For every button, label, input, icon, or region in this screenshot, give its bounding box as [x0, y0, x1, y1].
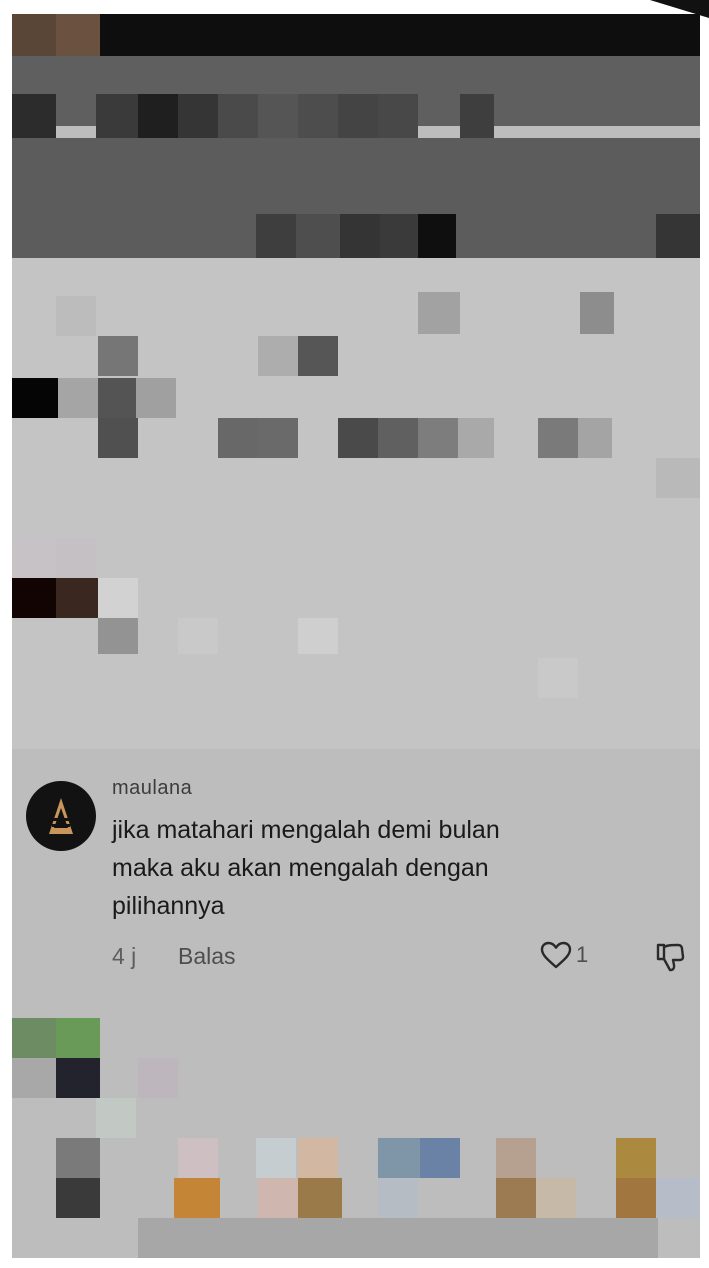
pixel-block — [616, 1178, 656, 1218]
pixel-block — [138, 1058, 178, 1098]
pixel-block — [56, 1138, 100, 1178]
pixel-block — [56, 1058, 100, 1098]
pixel-block — [418, 418, 458, 458]
pixel-block — [58, 378, 98, 418]
pixel-block — [256, 1138, 296, 1178]
pixel-block — [460, 94, 494, 138]
pixel-block — [98, 336, 138, 376]
pixel-block — [98, 378, 136, 418]
dislike-button[interactable] — [654, 941, 686, 978]
pixel-block — [12, 538, 56, 578]
pixel-block — [258, 418, 298, 458]
pixel-block — [56, 538, 96, 578]
rank-chevron-icon — [49, 798, 73, 834]
pixel-block — [12, 1018, 56, 1058]
pixel-block — [496, 1178, 536, 1218]
pixel-block — [56, 578, 98, 618]
pixel-block — [298, 1138, 338, 1178]
pixel-block — [656, 458, 700, 498]
comment-username[interactable]: maulana — [112, 777, 192, 800]
pixel-block — [536, 1178, 576, 1218]
pixel-block — [12, 94, 56, 138]
comment-text-line: pilihannya — [112, 892, 225, 920]
like-button[interactable]: 1 — [540, 941, 588, 969]
pixel-block — [96, 94, 138, 138]
pixel-block — [218, 418, 258, 458]
pixel-block — [258, 1178, 298, 1218]
pixel-block — [96, 1098, 136, 1138]
pixel-block — [258, 94, 298, 138]
pixel-block — [420, 1138, 460, 1178]
pixel-block — [56, 296, 96, 336]
pixel-block — [174, 1178, 220, 1218]
pixel-block — [56, 14, 100, 56]
pixel-block — [256, 214, 296, 258]
thumbs-down-outline-icon — [656, 943, 685, 972]
pixel-block — [98, 418, 138, 458]
pixel-block — [12, 14, 56, 56]
pixel-block — [378, 1178, 418, 1218]
comment-text-line: maka aku akan mengalah dengan — [112, 854, 489, 882]
heart-outline-icon — [540, 941, 572, 969]
pixel-block — [298, 94, 338, 138]
pixel-block — [656, 214, 700, 258]
pixel-block — [138, 1218, 658, 1258]
pixel-block — [418, 292, 460, 334]
pixel-block — [378, 1138, 420, 1178]
like-count: 1 — [576, 942, 589, 967]
pixel-block — [56, 1178, 100, 1218]
video-frame: maulana jika matahari mengalah demi bula… — [12, 14, 700, 1258]
pixel-block — [136, 378, 176, 418]
comment-timestamp: 4 j — [112, 943, 137, 969]
pixel-block — [12, 14, 700, 56]
pixel-block — [580, 292, 614, 334]
pixel-block — [340, 214, 380, 258]
pixel-block — [12, 378, 58, 418]
pixel-block — [380, 214, 420, 258]
pixel-block — [656, 1178, 700, 1218]
comment-item[interactable]: maulana jika matahari mengalah demi bula… — [12, 749, 700, 1014]
pixel-block — [578, 418, 612, 458]
pixel-block — [338, 418, 378, 458]
pixel-block — [178, 1138, 218, 1178]
pixel-block — [298, 336, 338, 376]
pixel-block — [616, 1138, 656, 1178]
pixel-block — [298, 1178, 342, 1218]
pixel-block — [12, 1058, 56, 1098]
pixel-block — [56, 1018, 100, 1058]
pixel-block — [538, 658, 578, 698]
pixel-block — [298, 618, 338, 654]
comment-text-line: jika matahari mengalah demi bulan — [112, 816, 500, 844]
pixel-block — [178, 618, 218, 654]
reply-button[interactable]: Balas — [178, 943, 236, 970]
comment-text: jika matahari mengalah demi bulan maka a… — [112, 811, 632, 925]
pixel-block — [218, 94, 258, 138]
pixel-block — [338, 94, 378, 138]
pixel-block — [138, 94, 178, 138]
user-avatar[interactable] — [26, 781, 96, 851]
pixel-block — [378, 418, 418, 458]
pixel-block — [98, 618, 138, 654]
pixel-block — [178, 94, 218, 138]
pixel-block — [12, 578, 56, 618]
pixel-block — [496, 1138, 536, 1178]
pixel-block — [458, 418, 494, 458]
pixel-block — [296, 214, 340, 258]
pixel-block — [538, 418, 578, 458]
pixel-block — [378, 94, 418, 138]
pixel-block — [418, 214, 456, 258]
pixel-block — [258, 336, 298, 376]
pixel-block — [98, 578, 138, 618]
